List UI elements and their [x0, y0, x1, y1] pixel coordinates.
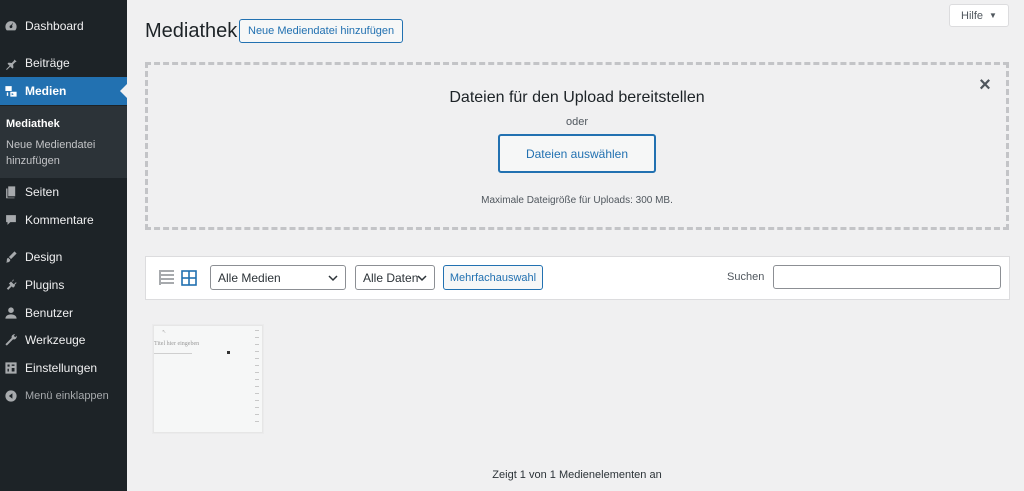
thumbnail-preview-text: Titel hier eingeben	[154, 341, 200, 347]
media-submenu: Mediathek Neue Mediendatei hinzufügen	[0, 106, 127, 178]
thumbnail-dot	[227, 351, 230, 354]
sidebar-item-label: Plugins	[25, 278, 65, 292]
submenu-item-add-new[interactable]: Neue Mediendatei hinzufügen	[6, 137, 121, 169]
grid-view-icon[interactable]	[181, 270, 197, 286]
sidebar-item-dashboard[interactable]: Dashboard	[0, 12, 127, 40]
sidebar-item-label: Design	[25, 250, 63, 264]
sidebar-item-media[interactable]: Medien	[0, 77, 127, 105]
comment-icon	[4, 213, 18, 227]
thumbnail-sidebar-lines	[255, 330, 261, 430]
sidebar-item-label: Dashboard	[25, 19, 84, 33]
media-count: Zeigt 1 von 1 Medienelementen an	[492, 469, 662, 481]
media-icon	[4, 84, 18, 98]
sidebar-item-plugins[interactable]: Plugins	[0, 271, 127, 299]
wrench-icon	[4, 333, 18, 347]
chevron-down-icon	[417, 275, 427, 282]
sidebar-item-label: Werkzeuge	[25, 333, 86, 347]
sidebar-item-users[interactable]: Benutzer	[0, 299, 127, 327]
sidebar-item-posts[interactable]: Beiträge	[0, 49, 127, 77]
user-icon	[4, 306, 18, 320]
sidebar-item-tools[interactable]: Werkzeuge	[0, 326, 127, 354]
submenu-item-library[interactable]: Mediathek	[6, 116, 121, 132]
date-filter-value: Alle Daten	[363, 270, 419, 285]
max-upload-size: Maximale Dateigröße für Uploads: 300 MB.	[481, 195, 673, 206]
caret-down-icon: ▼	[989, 11, 997, 20]
bulk-select-button[interactable]: Mehrfachauswahl	[443, 265, 543, 290]
plug-icon	[4, 278, 18, 292]
sidebar-item-pages[interactable]: Seiten	[0, 178, 127, 206]
pin-icon	[4, 56, 18, 70]
list-view-icon[interactable]	[159, 270, 174, 285]
sidebar-item-label: Seiten	[25, 185, 60, 199]
upload-instructions: Dateien für den Upload bereitstellen	[449, 89, 705, 106]
sidebar-item-design[interactable]: Design	[0, 243, 127, 271]
collapse-menu-button[interactable]: Menü einklappen	[0, 382, 127, 410]
sidebar-item-settings[interactable]: Einstellungen	[0, 354, 127, 382]
collapse-menu-label: Menü einklappen	[25, 390, 109, 402]
upload-or-text: oder	[565, 116, 589, 128]
sidebar-item-label: Kommentare	[25, 213, 94, 227]
sidebar-item-label: Beiträge	[25, 56, 70, 70]
sidebar-item-label: Medien	[25, 84, 67, 98]
media-type-filter-value: Alle Medien	[218, 270, 281, 285]
page-title: Mediathek	[145, 20, 238, 42]
select-files-button[interactable]: Dateien auswählen	[498, 134, 656, 173]
search-input[interactable]	[773, 265, 1001, 289]
media-type-filter[interactable]: Alle Medien	[210, 265, 346, 290]
pages-icon	[4, 185, 18, 199]
sidebar-item-label: Benutzer	[25, 306, 74, 320]
chevron-down-icon	[328, 275, 338, 282]
sidebar-item-label: Einstellungen	[25, 361, 98, 375]
date-filter[interactable]: Alle Daten	[355, 265, 435, 290]
help-tab-label: Hilfe	[961, 9, 984, 22]
help-tab-button[interactable]: Hilfe ▼	[949, 4, 1009, 27]
admin-sidebar: Dashboard Beiträge Medien Mediathek Neue…	[0, 0, 127, 491]
dashboard-icon	[4, 19, 18, 33]
attachment-thumbnail[interactable]: ↖ Titel hier eingeben	[153, 325, 263, 433]
sidebar-item-comments[interactable]: Kommentare	[0, 206, 127, 234]
thumbnail-decoration: ↖	[162, 329, 167, 335]
settings-icon	[4, 361, 18, 375]
brush-icon	[4, 250, 18, 264]
thumbnail-divider	[154, 353, 192, 354]
add-new-media-button[interactable]: Neue Mediendatei hinzufügen	[239, 19, 404, 43]
collapse-icon	[4, 389, 18, 403]
search-label: Suchen	[727, 271, 765, 283]
